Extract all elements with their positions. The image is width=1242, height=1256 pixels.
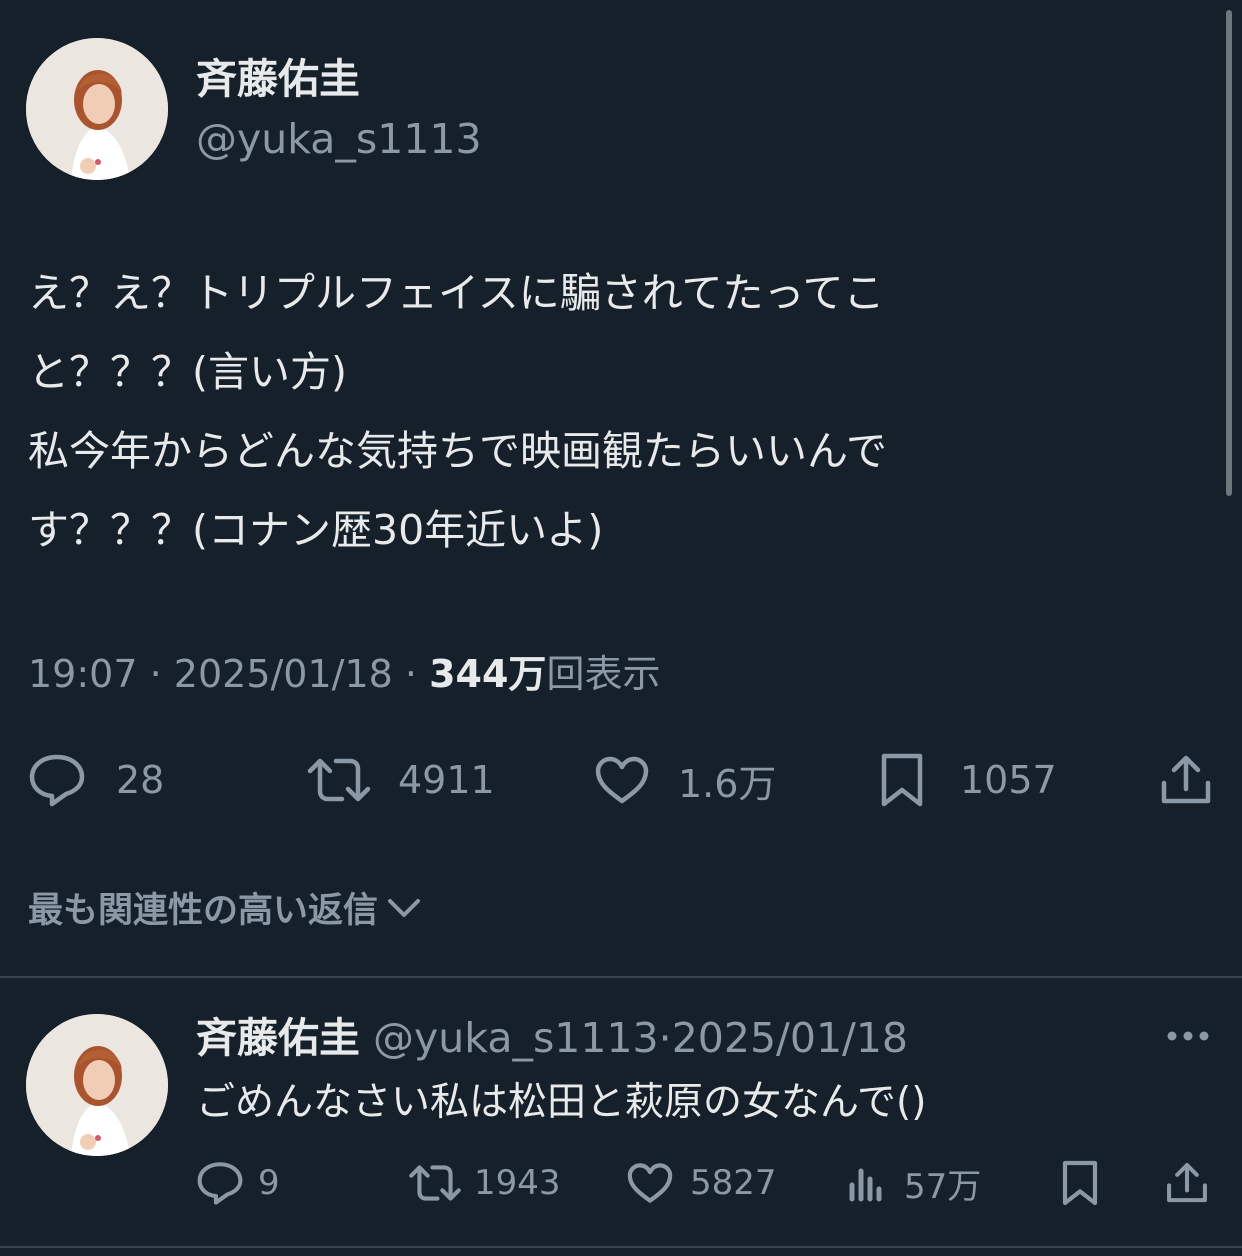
tweet-date[interactable]: 2025/01/18 bbox=[174, 652, 393, 696]
bookmark-count: 1057 bbox=[960, 758, 1057, 802]
reply-text: ごめんなさい私は松田と萩原の女なんで() bbox=[196, 1080, 927, 1125]
tweet-text-line: す？？？(コナン歴30年近いよ) bbox=[28, 506, 604, 554]
reply-bookmark-button[interactable] bbox=[1060, 1160, 1100, 1206]
reply-button[interactable]: 28 bbox=[28, 752, 164, 808]
reply-like-button[interactable]: 5827 bbox=[626, 1160, 777, 1206]
reply-retweet-button[interactable]: 1943 bbox=[408, 1160, 561, 1206]
reply-sort-label: 最も関連性の高い返信 bbox=[28, 891, 379, 931]
views-count: 344万 bbox=[429, 652, 547, 696]
tweet-meta: 19:07 · 2025/01/18 · 344万回表示 bbox=[28, 650, 660, 698]
reply-avatar[interactable] bbox=[26, 1014, 168, 1156]
scrollbar[interactable] bbox=[1226, 10, 1232, 496]
tweet-text: え？え？トリプルフェイスに騙されてたってこ と？？？(言い方) 私今年からどんな… bbox=[28, 254, 1108, 570]
like-icon bbox=[594, 755, 650, 805]
retweet-icon bbox=[306, 755, 372, 805]
like-icon bbox=[626, 1162, 674, 1204]
reply-views-count: 57万 bbox=[904, 1166, 982, 1207]
reply-icon bbox=[196, 1161, 244, 1205]
bookmark-icon bbox=[1060, 1159, 1100, 1207]
reply-reply-button[interactable]: 9 bbox=[196, 1160, 280, 1206]
tweet-text-line: 私今年からどんな気持ちで映画観たらいいんで bbox=[28, 427, 887, 475]
tweet-time[interactable]: 19:07 bbox=[28, 652, 138, 696]
bookmark-button[interactable]: 1057 bbox=[878, 752, 1057, 808]
reply-count: 28 bbox=[116, 758, 165, 802]
reply-display-name[interactable]: 斉藤佑圭 bbox=[196, 1014, 360, 1062]
retweet-button[interactable]: 4911 bbox=[306, 752, 495, 808]
retweet-icon bbox=[408, 1162, 462, 1204]
bookmark-icon bbox=[878, 752, 926, 808]
reply-views-button[interactable]: 57万 bbox=[846, 1160, 982, 1207]
like-button[interactable]: 1.6万 bbox=[594, 752, 776, 808]
display-name[interactable]: 斉藤佑圭 bbox=[196, 54, 360, 104]
reply-header: 斉藤佑圭 @yuka_s1113·2025/01/18 bbox=[196, 1012, 908, 1064]
meta-separator: · bbox=[149, 652, 162, 696]
like-count: 1.6万 bbox=[678, 761, 777, 806]
share-icon bbox=[1164, 1161, 1210, 1205]
reply-icon bbox=[28, 753, 86, 807]
views-icon bbox=[846, 1163, 886, 1203]
reply-reply-count: 9 bbox=[258, 1163, 280, 1203]
views-label: 回表示 bbox=[546, 652, 661, 696]
meta-separator: · bbox=[404, 652, 418, 696]
tweet-text-line: え？え？トリプルフェイスに騙されてたってこ bbox=[28, 269, 885, 317]
share-icon bbox=[1158, 753, 1214, 807]
reply-separator: · bbox=[658, 1014, 672, 1062]
tweet-text-line: と？？？(言い方) bbox=[28, 348, 347, 396]
reply-like-count: 5827 bbox=[690, 1163, 777, 1203]
retweet-count: 4911 bbox=[398, 758, 495, 802]
reply-retweet-count: 1943 bbox=[474, 1163, 561, 1203]
share-button[interactable] bbox=[1158, 752, 1214, 808]
chevron-down-icon bbox=[386, 888, 422, 928]
reply-sort-selector[interactable]: 最も関連性の高い返信 bbox=[28, 882, 422, 933]
avatar[interactable] bbox=[26, 38, 168, 180]
reply-date[interactable]: 2025/01/18 bbox=[672, 1014, 908, 1062]
reply-handle[interactable]: @yuka_s1113 bbox=[373, 1014, 659, 1062]
divider bbox=[0, 1246, 1242, 1248]
more-button[interactable] bbox=[1166, 1026, 1210, 1050]
divider bbox=[0, 976, 1242, 978]
user-handle[interactable]: @yuka_s1113 bbox=[196, 114, 482, 164]
reply-share-button[interactable] bbox=[1164, 1160, 1210, 1206]
more-icon bbox=[1166, 1031, 1210, 1050]
